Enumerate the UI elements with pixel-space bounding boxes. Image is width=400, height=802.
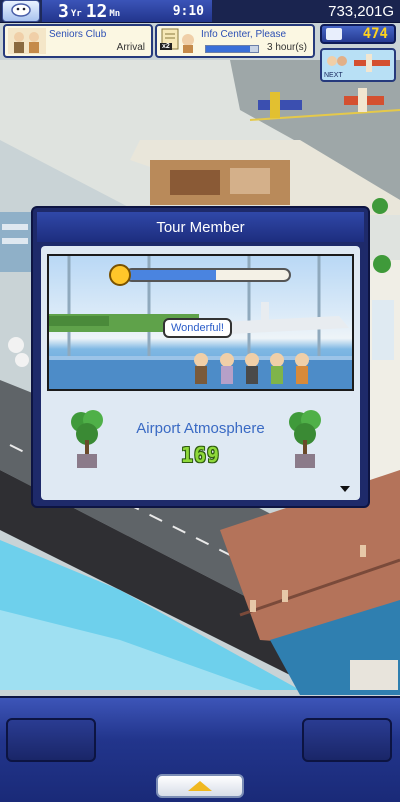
month-value: 12 xyxy=(85,0,108,22)
potted-plant-left xyxy=(67,406,107,478)
year-value: 3 xyxy=(58,0,69,22)
ticket-count: 474 xyxy=(362,26,388,42)
speech-bubble: Wonderful! xyxy=(163,318,232,338)
senior-1 xyxy=(194,353,208,384)
next-label: NEXT xyxy=(324,72,343,79)
notification-title: Seniors Club xyxy=(49,29,107,40)
ticket-counter[interactable]: 474 xyxy=(320,24,396,44)
month-unit: Mn xyxy=(109,9,121,19)
ticket-icon xyxy=(326,28,342,40)
info-center-icon xyxy=(160,28,198,54)
clock-time: 9:10 xyxy=(172,3,204,19)
attribute-value: 169 xyxy=(180,443,221,467)
tour-scene: Wonderful! xyxy=(47,254,354,391)
bottom-right-button[interactable] xyxy=(302,718,392,762)
mood-bar xyxy=(125,268,291,282)
senior-2 xyxy=(220,353,234,384)
senior-5 xyxy=(295,353,309,384)
notification-subtitle: 3 hour(s) xyxy=(266,42,307,53)
bottom-bar xyxy=(0,696,400,802)
notification-seniors-club[interactable]: Seniors Club Arrival xyxy=(3,24,153,58)
attribute-label: Airport Atmosphere xyxy=(136,420,265,437)
mood-face-icon xyxy=(109,264,131,286)
dialog-title: Tour Member xyxy=(37,212,364,242)
tour-member-dialog[interactable]: Tour Member Wonderful! Airport Atmospher… xyxy=(31,206,370,508)
senior-4 xyxy=(270,353,284,384)
notification-title: Info Center, Please xyxy=(201,29,287,40)
notification-subtitle: Arrival xyxy=(116,42,145,53)
seniors-portrait xyxy=(8,28,46,54)
next-plane-panel[interactable]: NEXT xyxy=(320,48,396,82)
top-hud: 3 Yr 12 Mn 9:10 733,201G xyxy=(0,0,400,23)
multiplier-badge: x2 xyxy=(160,43,172,50)
senior-3 xyxy=(245,353,259,384)
more-arrow-icon[interactable] xyxy=(340,486,350,492)
mood-bar-fill xyxy=(127,270,217,280)
info-progress-bar xyxy=(205,45,259,53)
expand-menu-button[interactable] xyxy=(156,774,244,798)
dialog-body: Wonderful! Airport Atmosphere 169 xyxy=(41,246,360,500)
potted-plant-right xyxy=(285,406,325,478)
notification-info-center[interactable]: x2 Info Center, Please 3 hour(s) xyxy=(155,24,315,58)
menu-button[interactable] xyxy=(2,0,40,22)
info-progress-fill xyxy=(206,46,251,52)
bottom-left-button[interactable] xyxy=(6,718,96,762)
menu-face-icon xyxy=(10,1,32,21)
expand-up-icon xyxy=(188,781,212,791)
date-time-display: 3 Yr 12 Mn 9:10 xyxy=(42,0,212,22)
year-unit: Yr xyxy=(70,9,82,19)
money-display: 733,201G xyxy=(212,0,400,22)
